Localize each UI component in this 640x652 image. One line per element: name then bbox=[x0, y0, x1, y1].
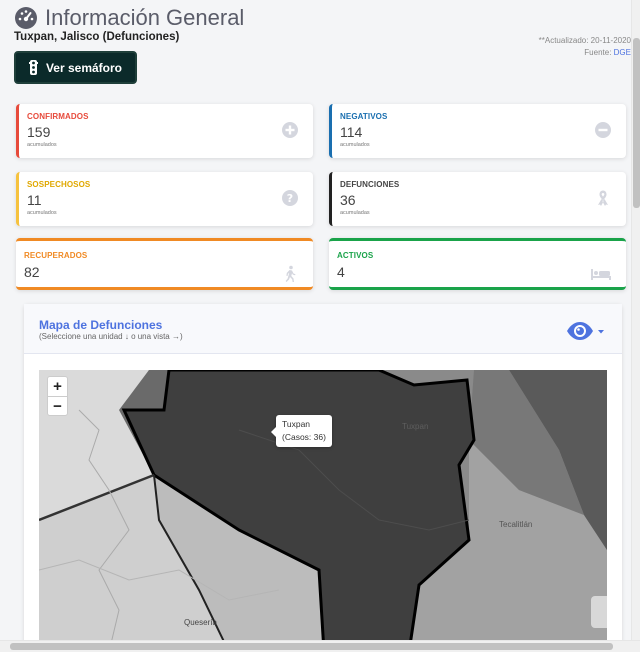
card-value: 36 bbox=[340, 192, 356, 208]
zoom-out-button[interactable]: − bbox=[48, 396, 67, 415]
bed-icon bbox=[591, 269, 611, 280]
horizontal-scrollbar-thumb[interactable] bbox=[10, 643, 613, 650]
vertical-scrollbar[interactable] bbox=[631, 0, 640, 640]
map-tooltip: Tuxpan (Casos: 36) bbox=[271, 415, 332, 447]
place-label: Tuxpan bbox=[402, 422, 429, 431]
tooltip-cases: (Casos: 36) bbox=[282, 432, 326, 442]
traffic-light-icon bbox=[28, 60, 38, 75]
card-sub: acumulados bbox=[27, 210, 57, 216]
card-negativos[interactable]: NEGATIVOS 114 acumulados bbox=[329, 104, 626, 158]
map-panel: Mapa de Defunciones (Seleccione una unid… bbox=[24, 304, 622, 652]
page-subtitle: Tuxpan, Jalisco (Defunciones) bbox=[14, 31, 180, 43]
map-title: Mapa de Defunciones bbox=[39, 318, 163, 332]
card-value: 11 bbox=[27, 192, 42, 208]
map-polygons bbox=[39, 370, 607, 652]
minus-circle-icon bbox=[595, 122, 611, 138]
layers-toggle-button[interactable] bbox=[591, 596, 607, 628]
caret-down-icon bbox=[598, 330, 604, 334]
gauge-icon bbox=[15, 7, 37, 29]
map-header: Mapa de Defunciones (Seleccione una unid… bbox=[24, 304, 622, 354]
card-label: SOSPECHOSOS bbox=[27, 180, 91, 189]
place-label: Tecalitlán bbox=[499, 520, 533, 529]
update-info: **Actualizado: 20-11-2020 Fuente: DGE bbox=[539, 35, 631, 59]
plus-circle-icon bbox=[282, 122, 298, 138]
page-header: Información General Tuxpan, Jalisco (Def… bbox=[14, 4, 631, 96]
card-value: 4 bbox=[337, 264, 345, 280]
ver-semaforo-button[interactable]: Ver semáforo bbox=[14, 51, 137, 84]
card-sub: acumuladas bbox=[340, 210, 370, 216]
card-value: 159 bbox=[27, 124, 51, 140]
svg-text:?: ? bbox=[287, 192, 293, 205]
card-sospechosos[interactable]: SOSPECHOSOS 11 acumulados ? bbox=[16, 172, 313, 226]
question-circle-icon: ? bbox=[282, 190, 298, 206]
tooltip-name: Tuxpan bbox=[282, 419, 311, 429]
zoom-in-button[interactable]: + bbox=[48, 377, 67, 396]
card-sub: acumulados bbox=[27, 142, 57, 148]
card-activos[interactable]: ACTIVOS 4 bbox=[329, 238, 626, 290]
vertical-scrollbar-thumb[interactable] bbox=[633, 38, 640, 208]
horizontal-scrollbar[interactable] bbox=[0, 640, 640, 652]
card-value: 82 bbox=[24, 264, 40, 280]
card-confirmados[interactable]: CONFIRMADOS 159 acumulados bbox=[16, 104, 313, 158]
card-label: DEFUNCIONES bbox=[340, 180, 400, 189]
card-defunciones[interactable]: DEFUNCIONES 36 acumuladas bbox=[329, 172, 626, 226]
card-label: RECUPERADOS bbox=[24, 251, 88, 260]
updated-date: **Actualizado: 20-11-2020 bbox=[538, 36, 631, 45]
place-label: Quesería bbox=[184, 618, 217, 627]
page-title: Información General bbox=[45, 5, 245, 30]
source-label: Fuente: bbox=[584, 48, 612, 57]
card-label: ACTIVOS bbox=[337, 251, 374, 260]
walking-icon bbox=[285, 265, 296, 282]
ver-semaforo-label: Ver semáforo bbox=[45, 60, 123, 75]
card-label: CONFIRMADOS bbox=[27, 112, 89, 121]
card-recuperados[interactable]: RECUPERADOS 82 bbox=[16, 238, 313, 290]
map-canvas[interactable]: + − Tuxpan (Casos: 36) Tuxpan Tecalitlán… bbox=[39, 370, 607, 652]
card-value: 114 bbox=[340, 124, 363, 140]
card-label: NEGATIVOS bbox=[340, 112, 388, 121]
map-hint: (Seleccione una unidad ↓ o una vista →) bbox=[39, 332, 183, 341]
ribbon-icon bbox=[598, 190, 608, 206]
zoom-control: + − bbox=[47, 376, 68, 416]
card-sub: acumulados bbox=[340, 142, 370, 148]
view-selector-button[interactable] bbox=[566, 320, 606, 342]
source-link[interactable]: DGE bbox=[614, 48, 631, 57]
eye-icon bbox=[567, 322, 593, 340]
